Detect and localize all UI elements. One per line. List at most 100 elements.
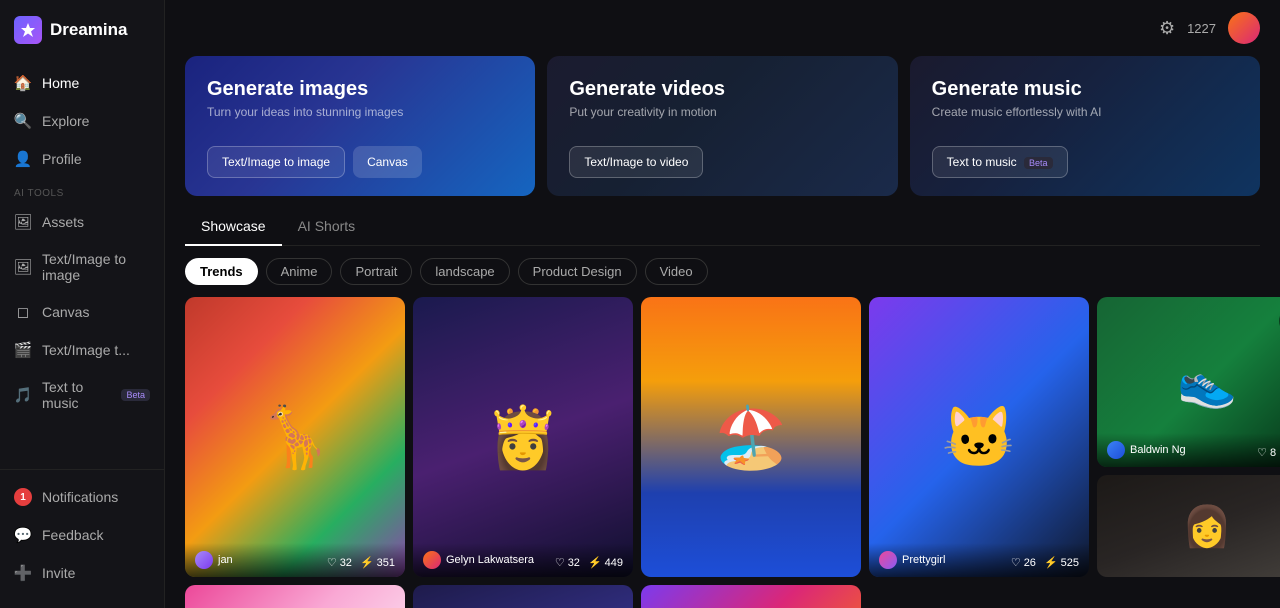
item-author-baldwin: Baldwin Ng bbox=[1107, 441, 1186, 459]
text-image-to-image-button[interactable]: Text/Image to image bbox=[207, 146, 345, 178]
sidebar-navigation: 🏠 Home 🔍 Explore 👤 Profile AI tools 🖼 As… bbox=[0, 64, 164, 608]
sidebar-item-invite-label: Invite bbox=[42, 565, 75, 581]
text-image-icon: 🖼 bbox=[14, 258, 32, 276]
sidebar-bottom: 1 Notifications 💬 Feedback ➕ Invite bbox=[0, 469, 164, 600]
logo[interactable]: Dreamina bbox=[0, 0, 164, 64]
sidebar-item-profile[interactable]: 👤 Profile bbox=[0, 140, 164, 178]
sidebar: Dreamina 🏠 Home 🔍 Explore 👤 Profile AI t… bbox=[0, 0, 165, 608]
sidebar-item-invite[interactable]: ➕ Invite bbox=[0, 554, 164, 592]
remixes-giraffe: ⚡ 351 bbox=[360, 556, 395, 569]
gallery-item-anime[interactable]: 👸 Gelyn Lakwatsera ♡ 32 ⚡ 449 bbox=[413, 297, 633, 577]
gallery-item-cat-car[interactable]: 🐱 Prettygirl ♡ 26 ⚡ 525 bbox=[869, 297, 1089, 577]
sidebar-item-canvas-label: Canvas bbox=[42, 304, 89, 320]
likes-anime: ♡ 32 bbox=[555, 556, 580, 569]
likes-giraffe: ♡ 32 bbox=[327, 556, 352, 569]
sidebar-item-assets-label: Assets bbox=[42, 214, 84, 230]
sidebar-item-feedback-label: Feedback bbox=[42, 527, 103, 543]
item-stats-giraffe: ♡ 32 ⚡ 351 bbox=[327, 556, 395, 569]
filter-anime[interactable]: Anime bbox=[266, 258, 333, 285]
gallery-item-sneaker[interactable]: 👟 ▶ Baldwin Ng ♡ 8 ⚡ 1 bbox=[1097, 297, 1280, 467]
item-stats-sneaker: ♡ 8 ⚡ 1 bbox=[1257, 446, 1280, 459]
sidebar-item-home-label: Home bbox=[42, 75, 79, 91]
sidebar-item-text-video-label: Text/Image t... bbox=[42, 342, 130, 358]
logo-icon bbox=[14, 16, 42, 44]
sidebar-item-assets[interactable]: 🖼 Assets bbox=[0, 203, 164, 241]
generate-music-desc: Create music effortlessly with AI bbox=[932, 105, 1238, 119]
main-content: ⚙ 1227 Generate images Turn your ideas i… bbox=[165, 0, 1280, 608]
ai-tools-section-label: AI tools bbox=[0, 178, 164, 203]
user-avatar[interactable] bbox=[1228, 12, 1260, 44]
tab-ai-shorts[interactable]: AI Shorts bbox=[282, 212, 372, 246]
author-avatar-gelyn bbox=[423, 551, 441, 569]
text-to-music-button[interactable]: Text to music Beta bbox=[932, 146, 1068, 178]
tab-showcase[interactable]: Showcase bbox=[185, 212, 282, 246]
sidebar-item-notifications[interactable]: 1 Notifications bbox=[0, 478, 164, 516]
logo-text: Dreamina bbox=[50, 20, 127, 40]
item-overlay-anime: Gelyn Lakwatsera ♡ 32 ⚡ 449 bbox=[413, 543, 633, 577]
sidebar-item-explore[interactable]: 🔍 Explore bbox=[0, 102, 164, 140]
sidebar-item-feedback[interactable]: 💬 Feedback bbox=[0, 516, 164, 554]
canvas-icon: ◻ bbox=[14, 303, 32, 321]
gallery-item-pink[interactable]: 🟣 bbox=[185, 585, 405, 608]
item-overlay-sneaker: Baldwin Ng ♡ 8 ⚡ 1 bbox=[1097, 433, 1280, 467]
settings-icon[interactable]: ⚙ bbox=[1159, 18, 1175, 39]
sidebar-item-text-music-label: Text to music bbox=[42, 379, 107, 411]
author-avatar-baldwin bbox=[1107, 441, 1125, 459]
remixes-cat: ⚡ 525 bbox=[1044, 556, 1079, 569]
item-overlay-cat: Prettygirl ♡ 26 ⚡ 525 bbox=[869, 543, 1089, 577]
generate-videos-desc: Put your creativity in motion bbox=[569, 105, 875, 119]
gallery: 🦒 jan ♡ 32 ⚡ 351 👸 bbox=[165, 297, 1280, 608]
likes-cat: ♡ 26 bbox=[1011, 556, 1036, 569]
generate-images-desc: Turn your ideas into stunning images bbox=[207, 105, 513, 119]
canvas-button[interactable]: Canvas bbox=[353, 146, 422, 178]
filter-trends[interactable]: Trends bbox=[185, 258, 258, 285]
filter-product-design[interactable]: Product Design bbox=[518, 258, 637, 285]
sidebar-item-home[interactable]: 🏠 Home bbox=[0, 64, 164, 102]
assets-icon: 🖼 bbox=[14, 213, 32, 231]
sidebar-item-text-image-label: Text/Image to image bbox=[42, 251, 150, 283]
notification-count: 1227 bbox=[1187, 21, 1216, 36]
item-author-giraffe: jan bbox=[195, 551, 233, 569]
gallery-item-beach[interactable]: 🏖️ bbox=[641, 297, 861, 577]
sidebar-item-text-music[interactable]: 🎵 Text to music Beta bbox=[0, 369, 164, 421]
gallery-grid: 🦒 jan ♡ 32 ⚡ 351 👸 bbox=[185, 297, 1260, 608]
author-avatar-prettygirl bbox=[879, 551, 897, 569]
sidebar-item-text-video[interactable]: 🎬 Text/Image t... bbox=[0, 331, 164, 369]
generate-images-title: Generate images bbox=[207, 78, 513, 101]
feedback-icon: 💬 bbox=[14, 526, 32, 544]
gallery-item-indian-girl[interactable]: 👩 bbox=[1097, 475, 1280, 577]
header: ⚙ 1227 bbox=[165, 0, 1280, 56]
sidebar-item-text-image[interactable]: 🖼 Text/Image to image bbox=[0, 241, 164, 293]
generate-videos-title: Generate videos bbox=[569, 78, 875, 101]
music-beta-badge: Beta bbox=[1024, 157, 1053, 169]
gallery-item-zebra[interactable]: 🦓 bbox=[413, 585, 633, 608]
generate-images-card: Generate images Turn your ideas into stu… bbox=[185, 56, 535, 196]
notification-dot: 1 bbox=[14, 488, 32, 506]
main-tabs: Showcase AI Shorts bbox=[185, 212, 1260, 246]
sidebar-item-canvas[interactable]: ◻ Canvas bbox=[0, 293, 164, 331]
gallery-item-mushroom[interactable]: 🍄 bbox=[641, 585, 861, 608]
text-image-to-video-button[interactable]: Text/Image to video bbox=[569, 146, 703, 178]
gallery-item-giraffe[interactable]: 🦒 jan ♡ 32 ⚡ 351 bbox=[185, 297, 405, 577]
text-video-icon: 🎬 bbox=[14, 341, 32, 359]
generate-videos-buttons: Text/Image to video bbox=[569, 146, 875, 178]
profile-icon: 👤 bbox=[14, 150, 32, 168]
filter-portrait[interactable]: Portrait bbox=[340, 258, 412, 285]
gallery-col5: 👟 ▶ Baldwin Ng ♡ 8 ⚡ 1 👩 bbox=[1097, 297, 1280, 577]
filter-landscape[interactable]: landscape bbox=[420, 258, 509, 285]
invite-icon: ➕ bbox=[14, 564, 32, 582]
sidebar-item-explore-label: Explore bbox=[42, 113, 89, 129]
text-music-icon: 🎵 bbox=[14, 386, 32, 404]
author-name-baldwin: Baldwin Ng bbox=[1130, 444, 1186, 456]
item-author-anime: Gelyn Lakwatsera bbox=[423, 551, 534, 569]
hero-cards-section: Generate images Turn your ideas into stu… bbox=[165, 56, 1280, 212]
sidebar-item-profile-label: Profile bbox=[42, 151, 82, 167]
generate-music-buttons: Text to music Beta bbox=[932, 146, 1238, 178]
item-author-prettygirl: Prettygirl bbox=[879, 551, 945, 569]
author-name-jan: jan bbox=[218, 554, 233, 566]
likes-sneaker: ♡ 8 bbox=[1257, 446, 1276, 459]
generate-music-title: Generate music bbox=[932, 78, 1238, 101]
filter-video[interactable]: Video bbox=[645, 258, 708, 285]
sidebar-item-notifications-label: Notifications bbox=[42, 489, 118, 505]
generate-music-card: Generate music Create music effortlessly… bbox=[910, 56, 1260, 196]
